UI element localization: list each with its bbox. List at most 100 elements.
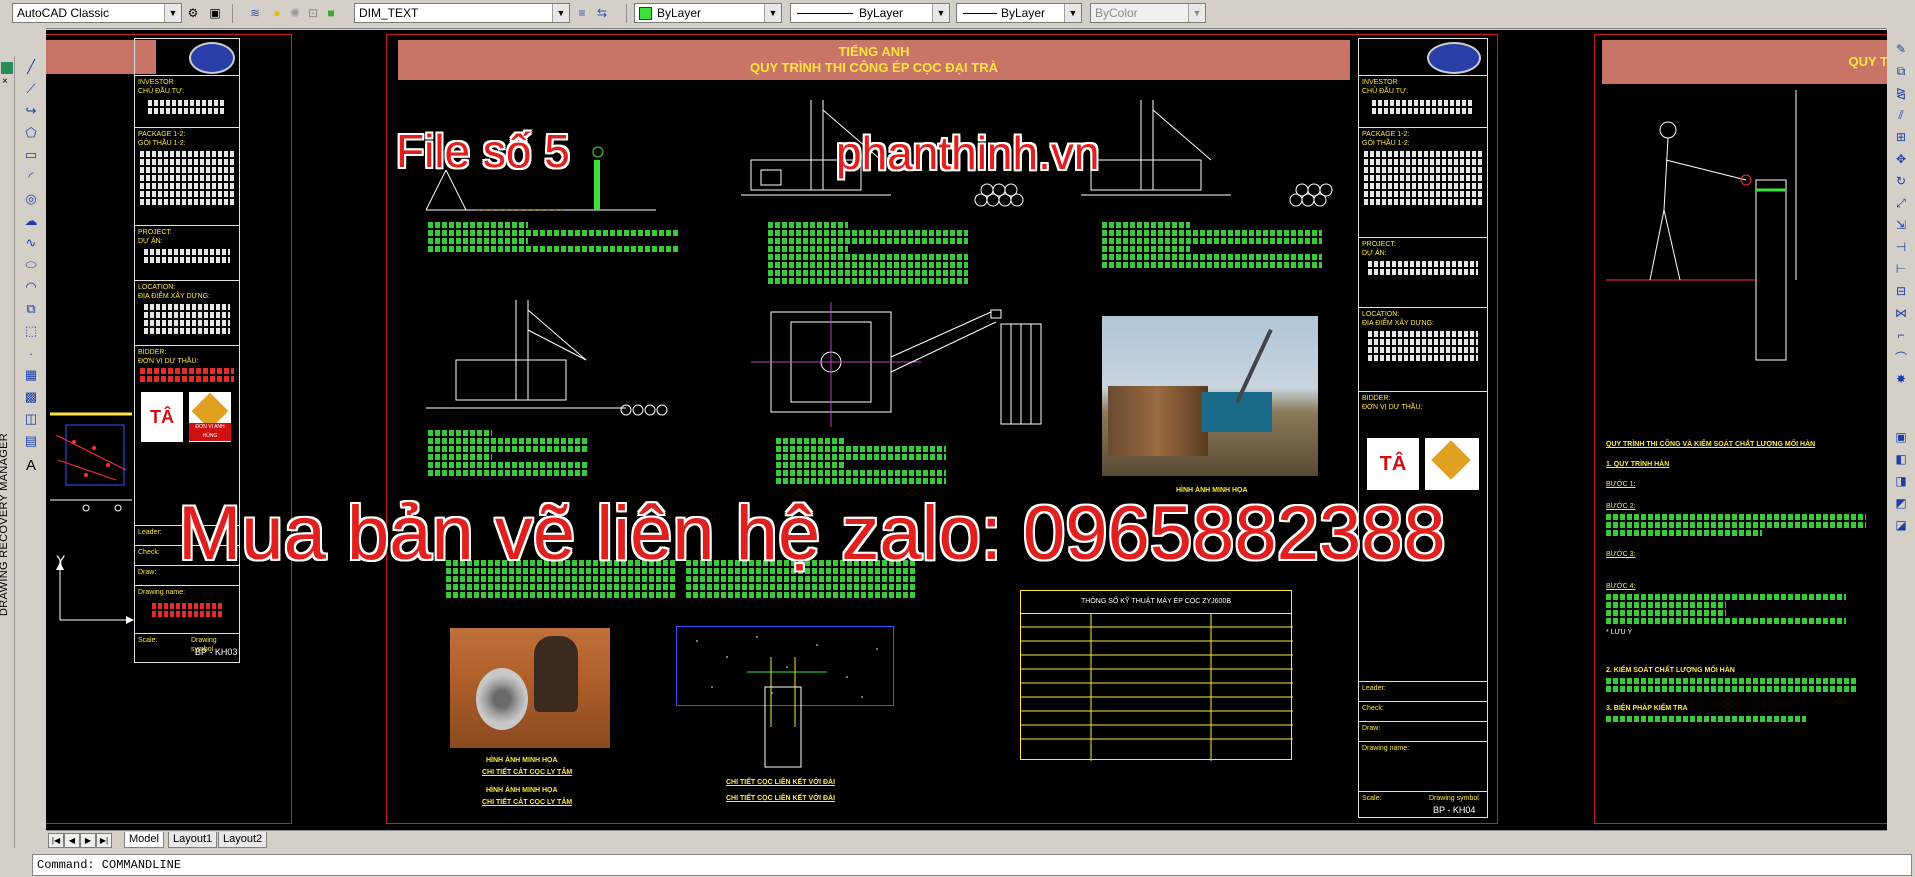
next-tab-icon[interactable]: ▶ [80, 833, 96, 848]
save-workspace-icon[interactable]: ▣ [206, 4, 224, 22]
bidder-logo-left: TÂ [141, 392, 183, 442]
drawing-canvas[interactable]: Y INVESTOR CHỦ ĐẦU TƯ: PACKAGE 1-2: GÓI … [46, 30, 1887, 830]
rectangle-icon[interactable]: ▭ [22, 146, 40, 164]
trim-icon[interactable]: ⊣ [1892, 238, 1910, 256]
move-icon[interactable]: ✥ [1892, 150, 1910, 168]
join-icon[interactable]: ⋈ [1892, 304, 1910, 322]
workspace-dropdown[interactable]: AutoCAD Classic ▼ [12, 3, 182, 23]
insert-block-icon[interactable]: ⧉ [22, 300, 40, 318]
command-input[interactable]: Command: COMMANDLINE [32, 854, 1912, 876]
multiline-text-icon[interactable]: A [22, 456, 40, 474]
left-detail-drawing [46, 330, 136, 630]
tab-layout1[interactable]: Layout1 [168, 832, 218, 848]
layer-manager-icon[interactable]: ≋ [246, 4, 264, 22]
chamfer-icon[interactable]: ⌐ [1892, 326, 1910, 344]
ellipse-icon[interactable]: ⬭ [22, 256, 40, 274]
make-current-layer-icon[interactable]: ≡ [573, 4, 591, 22]
table-icon[interactable]: ▤ [22, 432, 40, 450]
tab-layout2[interactable]: Layout2 [218, 832, 268, 848]
array-icon[interactable]: ⊞ [1892, 128, 1910, 146]
copy-icon[interactable]: ⧉ [1892, 62, 1910, 80]
layer-previous-icon[interactable]: ⇆ [593, 4, 611, 22]
watermark-file-number: File số 5 [396, 125, 570, 177]
color-swatch-icon[interactable]: ■ [322, 4, 340, 22]
lightbulb-icon[interactable]: ● [268, 4, 286, 22]
tb-location-label: LOCATION: [1362, 311, 1400, 318]
plotstyle-value: ByColor [1095, 6, 1138, 20]
revision-cloud-icon[interactable]: ☁ [22, 212, 40, 230]
explode-icon[interactable]: ✸ [1892, 370, 1910, 388]
tb-location-vi: ĐỊA ĐIỂM XÂY DỰNG: [1362, 320, 1434, 327]
sheet-title-line1: TIẾNG ANH [838, 44, 910, 59]
right-step1: BƯỚC 1: [1606, 481, 1636, 488]
circle-icon[interactable]: ◎ [22, 190, 40, 208]
fillet-icon[interactable]: ⌒ [1892, 348, 1910, 366]
app-icon [1, 62, 13, 74]
erase-icon[interactable]: ✎ [1892, 40, 1910, 58]
polyline-icon[interactable]: ↪ [22, 102, 40, 120]
chevron-down-icon[interactable]: ▼ [1064, 4, 1081, 22]
polygon-icon[interactable]: ⬠ [22, 124, 40, 142]
sun-icon[interactable]: ✺ [286, 4, 304, 22]
step-notes-5 [776, 436, 946, 486]
linetype-value: ByLayer [859, 6, 904, 20]
layer-dropdown[interactable]: DIM_TEXT ▼ [354, 3, 570, 23]
rotate-icon[interactable]: ↻ [1892, 172, 1910, 190]
tb-leader-label: Leader: [1362, 685, 1386, 692]
linetype-preview [797, 13, 853, 14]
bidder-logo-right [1425, 438, 1479, 490]
pile-joint-detail [676, 626, 894, 768]
first-tab-icon[interactable]: |◀ [48, 833, 64, 848]
arc-icon[interactable]: ◜ [22, 168, 40, 186]
recovery-manager-panel[interactable]: × DRAWING RECOVERY MANAGER [0, 56, 15, 866]
step-notes-2 [768, 220, 968, 286]
bidder-logo-right: ĐƠN VỊ ANH HÙNG [189, 392, 231, 442]
linetype-dropdown[interactable]: ByLayer ▼ [790, 3, 950, 23]
chevron-down-icon[interactable]: ▼ [932, 4, 949, 22]
layout-tabs: |◀ ◀ ▶ ▶| Model Layout1 Layout2 [46, 830, 1887, 849]
properties-toolbar: AutoCAD Classic ▼ ⚙ ▣ ≋ ● ✺ ⊡ ■ DIM_TEXT… [0, 0, 1915, 29]
right-subheading-2: 2. KIỂM SOÁT CHẤT LƯỢNG MỐI HÀN [1606, 667, 1735, 674]
last-tab-icon[interactable]: ▶| [96, 833, 112, 848]
tb-header [135, 39, 239, 76]
spline-icon[interactable]: ∿ [22, 234, 40, 252]
chevron-down-icon[interactable]: ▼ [552, 4, 569, 22]
chevron-down-icon[interactable]: ▼ [164, 4, 181, 22]
bring-front-icon[interactable]: ◧ [1892, 450, 1910, 468]
above-objects-icon[interactable]: ◩ [1892, 494, 1910, 512]
hatch-icon[interactable]: ▦ [22, 366, 40, 384]
right-subheading-3: 3. BIỆN PHÁP KIỂM TRA [1606, 705, 1688, 712]
lock-icon[interactable]: ⊡ [304, 4, 322, 22]
construction-line-icon[interactable]: ⟋ [22, 80, 40, 98]
point-icon[interactable]: · [22, 344, 40, 362]
cutting-photo-caption: HÌNH ẢNH MINH HỌA [486, 757, 558, 764]
gradient-icon[interactable]: ▩ [22, 388, 40, 406]
line-icon[interactable]: ╱ [22, 58, 40, 76]
plotstyle-dropdown: ByColor ▼ [1090, 3, 1206, 23]
draworder-icon[interactable]: ▣ [1892, 428, 1910, 446]
close-icon[interactable]: × [2, 76, 8, 87]
tb-draw-label: Draw: [1362, 725, 1381, 732]
chevron-down-icon[interactable]: ▼ [764, 4, 781, 22]
stretch-icon[interactable]: ⇲ [1892, 216, 1910, 234]
extend-icon[interactable]: ⊢ [1892, 260, 1910, 278]
break-icon[interactable]: ⊟ [1892, 282, 1910, 300]
right-step4: BƯỚC 4: [1606, 583, 1636, 590]
region-icon[interactable]: ◫ [22, 410, 40, 428]
workspace-settings-icon[interactable]: ⚙ [184, 4, 202, 22]
color-dropdown[interactable]: ByLayer ▼ [634, 3, 782, 23]
mirror-icon[interactable]: ⧎ [1892, 84, 1910, 102]
company-logo [189, 42, 235, 74]
under-objects-icon[interactable]: ◪ [1892, 516, 1910, 534]
watermark-contact: Mua bản vẽ liên hệ zalo: 0965882388 [178, 491, 1446, 576]
send-back-icon[interactable]: ◨ [1892, 472, 1910, 490]
prev-tab-icon[interactable]: ◀ [64, 833, 80, 848]
modify-toolbar: ✎ ⧉ ⧎ ⫽ ⊞ ✥ ↻ ⤢ ⇲ ⊣ ⊢ ⊟ ⋈ ⌐ ⌒ ✸ ▣ ◧ ◨ ◩ … [1887, 28, 1915, 838]
ellipse-arc-icon[interactable]: ◠ [22, 278, 40, 296]
make-block-icon[interactable]: ⬚ [22, 322, 40, 340]
tb-project-label: PROJECT: [138, 229, 172, 236]
offset-icon[interactable]: ⫽ [1892, 106, 1910, 124]
scale-icon[interactable]: ⤢ [1892, 194, 1910, 212]
lineweight-dropdown[interactable]: ByLayer ▼ [956, 3, 1082, 23]
tab-model[interactable]: Model [124, 832, 164, 848]
